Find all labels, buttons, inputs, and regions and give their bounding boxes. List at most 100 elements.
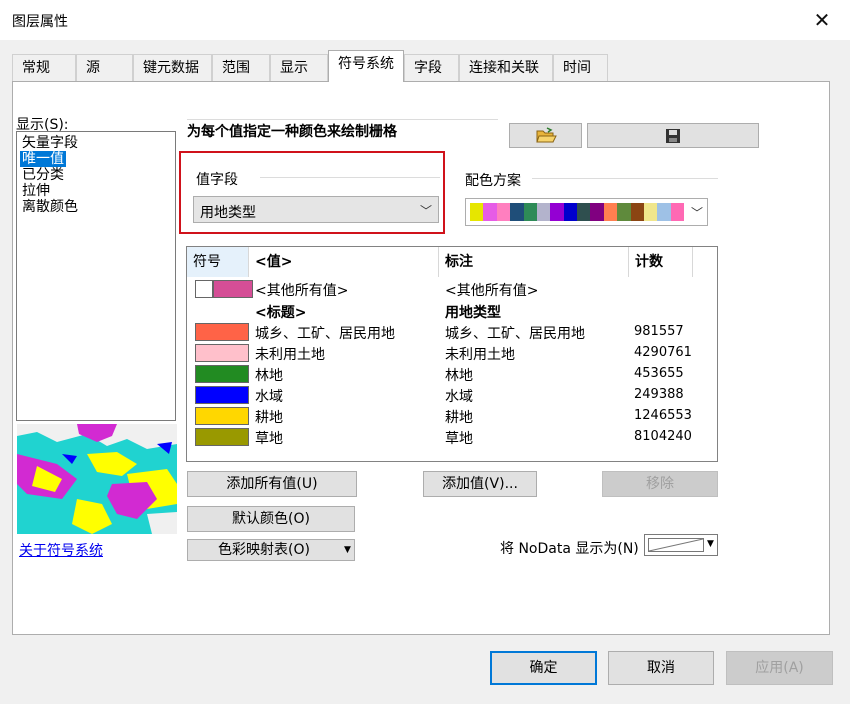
row-count: 1246553 bbox=[634, 408, 692, 423]
row-count: 249388 bbox=[634, 387, 684, 402]
color-ramp-swatch bbox=[630, 203, 644, 221]
ok-button[interactable]: 确定 bbox=[490, 651, 597, 685]
color-ramp-swatch bbox=[563, 203, 577, 221]
col-count[interactable]: 计数 bbox=[629, 247, 693, 277]
class-swatch[interactable] bbox=[195, 365, 249, 383]
save-disk-icon bbox=[666, 129, 680, 143]
heading-row-label: 用地类型 bbox=[445, 305, 501, 321]
colormap-button[interactable]: 色彩映射表(O) ▼ bbox=[187, 539, 355, 561]
row-count: 981557 bbox=[634, 324, 684, 339]
default-colors-button[interactable]: 默认颜色(O) bbox=[187, 506, 355, 532]
value-field-selected: 用地类型 bbox=[200, 205, 256, 221]
dropdown-arrow-icon: ▼ bbox=[344, 545, 351, 555]
row-value: 耕地 bbox=[255, 410, 283, 426]
dropdown-arrow-icon: ▼ bbox=[707, 539, 714, 549]
col-label[interactable]: 标注 bbox=[439, 247, 629, 277]
value-field-group-line bbox=[260, 177, 440, 178]
color-ramp-swatch bbox=[510, 203, 524, 221]
folder-open-icon bbox=[535, 127, 557, 143]
chevron-down-icon: ﹀ bbox=[691, 206, 704, 220]
color-scheme-select[interactable]: ﹀ bbox=[465, 198, 708, 226]
tab-3[interactable]: 范围 bbox=[212, 54, 270, 81]
color-ramp-swatch bbox=[470, 203, 484, 221]
color-ramp-swatch bbox=[603, 203, 618, 221]
col-value[interactable]: <值> bbox=[249, 247, 439, 277]
row-value: 草地 bbox=[255, 431, 283, 447]
color-ramp-swatch bbox=[617, 203, 631, 221]
close-icon[interactable]: ✕ bbox=[812, 10, 832, 30]
row-label: 城乡、工矿、居民用地 bbox=[445, 326, 585, 342]
row-label: 耕地 bbox=[445, 410, 473, 426]
other-values-swatch[interactable] bbox=[213, 280, 253, 298]
tab-7[interactable]: 连接和关联 bbox=[459, 54, 553, 81]
col-symbol[interactable]: 符号 bbox=[187, 247, 249, 277]
color-ramp-swatch bbox=[670, 203, 684, 221]
renderer-item[interactable]: 拉伸 bbox=[20, 183, 52, 199]
remove-button[interactable]: 移除 bbox=[602, 471, 718, 497]
about-symbology-link[interactable]: 关于符号系统 bbox=[19, 540, 103, 560]
color-ramp-swatch bbox=[657, 203, 671, 221]
save-button[interactable] bbox=[587, 123, 759, 148]
tab-2[interactable]: 键元数据 bbox=[133, 54, 212, 81]
color-scheme-label: 配色方案 bbox=[465, 173, 521, 189]
cancel-button[interactable]: 取消 bbox=[608, 651, 714, 685]
tab-8[interactable]: 时间 bbox=[553, 54, 608, 81]
value-field-label: 值字段 bbox=[196, 172, 238, 188]
window-title: 图层属性 bbox=[12, 14, 68, 30]
row-value: 林地 bbox=[255, 368, 283, 384]
color-ramp-swatch bbox=[536, 203, 551, 221]
row-label: 水域 bbox=[445, 389, 473, 405]
tab-4[interactable]: 显示 bbox=[270, 54, 328, 81]
tab-6[interactable]: 字段 bbox=[404, 54, 459, 81]
color-ramp bbox=[470, 203, 684, 221]
heading-divider bbox=[187, 119, 498, 120]
color-ramp-swatch bbox=[523, 203, 537, 221]
color-ramp-swatch bbox=[577, 203, 591, 221]
renderer-item[interactable]: 离散颜色 bbox=[20, 199, 80, 215]
renderer-heading: 为每个值指定一种颜色来绘制栅格 bbox=[187, 124, 397, 140]
color-ramp-swatch bbox=[496, 203, 511, 221]
renderer-preview-image bbox=[17, 424, 177, 534]
other-values-value: <其他所有值> bbox=[255, 283, 349, 299]
row-label: 未利用土地 bbox=[445, 347, 515, 363]
nodata-color-picker[interactable]: ▼ bbox=[644, 534, 718, 556]
unique-values-table[interactable]: 符号 <值> 标注 计数 <其他所有值> <其他所有值> <标题> 用地类型 城乡、工矿… bbox=[186, 246, 718, 462]
color-ramp-swatch bbox=[550, 203, 564, 221]
chevron-down-icon: ﹀ bbox=[420, 204, 433, 218]
class-swatch[interactable] bbox=[195, 344, 249, 362]
title-bar bbox=[0, 0, 850, 40]
class-swatch[interactable] bbox=[195, 323, 249, 341]
class-swatch[interactable] bbox=[195, 407, 249, 425]
renderer-item[interactable]: 已分类 bbox=[20, 167, 66, 183]
other-values-outline-swatch[interactable] bbox=[195, 280, 213, 298]
value-field-select[interactable]: 用地类型 ﹀ bbox=[193, 196, 439, 223]
open-folder-button[interactable] bbox=[509, 123, 582, 148]
colormap-label: 色彩映射表(O) bbox=[218, 542, 310, 558]
renderer-list[interactable]: 矢量字段 唯一值 已分类 拉伸 离散颜色 bbox=[16, 131, 176, 421]
row-value: 城乡、工矿、居民用地 bbox=[255, 326, 395, 342]
renderer-item[interactable]: 唯一值 bbox=[20, 151, 66, 167]
add-values-button[interactable]: 添加值(V)... bbox=[423, 471, 537, 497]
tab-1[interactable]: 源 bbox=[76, 54, 133, 81]
color-ramp-swatch bbox=[590, 203, 604, 221]
no-color-swatch-icon bbox=[648, 538, 704, 552]
tab-5[interactable]: 符号系统 bbox=[328, 50, 404, 82]
row-value: 未利用土地 bbox=[255, 347, 325, 363]
row-value: 水域 bbox=[255, 389, 283, 405]
renderer-item[interactable]: 矢量字段 bbox=[20, 135, 80, 151]
apply-button[interactable]: 应用(A) bbox=[726, 651, 833, 685]
color-scheme-group-line bbox=[532, 178, 718, 179]
row-label: 草地 bbox=[445, 431, 473, 447]
row-count: 4290761 bbox=[634, 345, 692, 360]
class-swatch[interactable] bbox=[195, 428, 249, 446]
other-values-label: <其他所有值> bbox=[445, 283, 539, 299]
color-ramp-swatch bbox=[483, 203, 497, 221]
nodata-label: 将 NoData 显示为(N) bbox=[500, 541, 639, 557]
row-count: 8104240 bbox=[634, 429, 692, 444]
add-all-values-button[interactable]: 添加所有值(U) bbox=[187, 471, 357, 497]
row-label: 林地 bbox=[445, 368, 473, 384]
tab-0[interactable]: 常规 bbox=[12, 54, 76, 81]
row-count: 453655 bbox=[634, 366, 684, 381]
color-ramp-swatch bbox=[643, 203, 658, 221]
class-swatch[interactable] bbox=[195, 386, 249, 404]
